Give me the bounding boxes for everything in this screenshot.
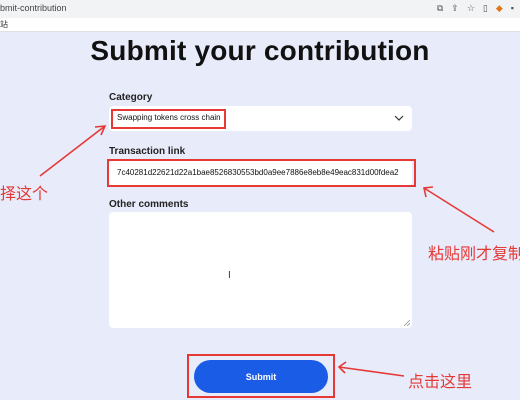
bookmarks-bar: 站	[0, 18, 520, 32]
address-bar-url[interactable]: bmit-contribution	[0, 3, 67, 13]
arrowhead-bottom	[337, 361, 347, 374]
bookmark-star-icon[interactable]: ☆	[467, 3, 475, 14]
text-cursor-icon: I	[228, 270, 231, 281]
annotation-box-transaction	[107, 159, 416, 187]
arrowhead-right	[423, 186, 434, 198]
resize-handle-icon[interactable]	[404, 320, 410, 326]
arrowhead-left	[94, 125, 107, 136]
arrow-bottom	[338, 366, 405, 377]
bookmark-item[interactable]: 站	[0, 19, 8, 30]
annotation-right-text: 粘贴刚才复制	[428, 244, 520, 263]
translate-icon[interactable]: ⧉	[437, 3, 443, 14]
category-label: Category	[109, 92, 153, 103]
extensions-icon[interactable]: ▪	[511, 3, 514, 14]
annotation-box-category	[111, 109, 226, 129]
other-comments-textarea[interactable]	[109, 212, 412, 328]
browser-toolbar: bmit-contribution ⧉ ⇪ ☆ ▯ ◆ ▪	[0, 0, 520, 19]
annotation-box-submit	[187, 354, 335, 398]
browser-toolbar-icons: ⧉ ⇪ ☆ ▯ ◆ ▪	[437, 3, 514, 14]
annotation-bottom-text: 点击这里	[408, 372, 473, 391]
sidebar-icon[interactable]: ▯	[483, 3, 488, 14]
arrow-left	[39, 125, 106, 177]
transaction-link-label: Transaction link	[109, 146, 186, 157]
metamask-icon[interactable]: ◆	[496, 3, 503, 14]
share-icon[interactable]: ⇪	[451, 3, 459, 14]
other-comments-label: Other comments	[109, 199, 189, 210]
annotation-left-text: 择这个	[0, 184, 49, 203]
chevron-down-icon	[394, 115, 404, 121]
arrow-right	[423, 187, 495, 233]
page-title: Submit your contribution	[90, 35, 430, 66]
